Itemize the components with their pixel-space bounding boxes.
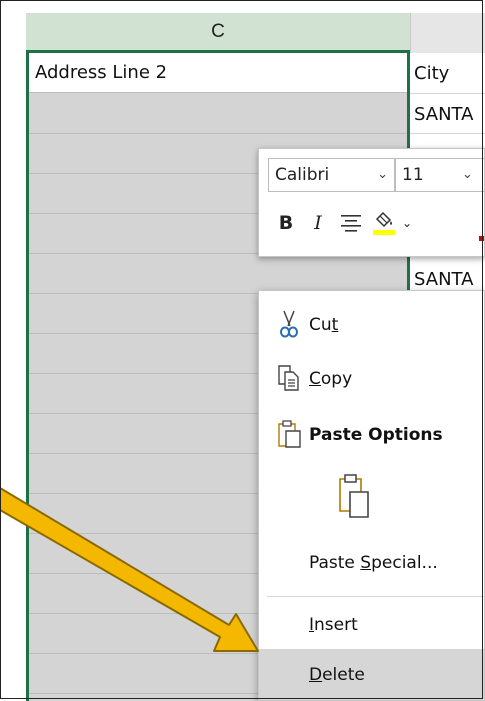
window-frame (0, 0, 483, 699)
